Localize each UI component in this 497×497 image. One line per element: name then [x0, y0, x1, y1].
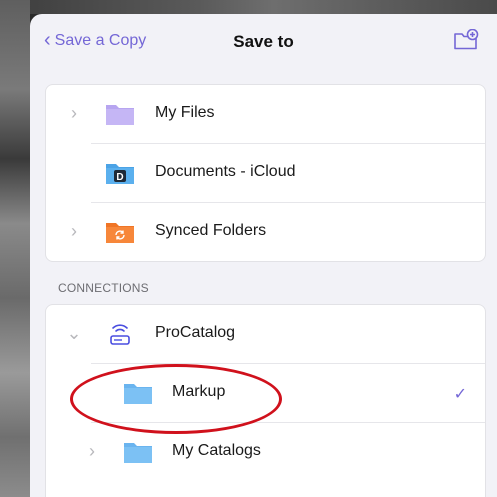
folder-icon: [124, 443, 152, 463]
list-item-my-files[interactable]: › My Files: [46, 85, 485, 144]
list-item-label: Documents - iCloud: [155, 163, 296, 180]
new-folder-button[interactable]: [453, 28, 479, 51]
chevron-right-icon[interactable]: ›: [66, 222, 82, 240]
synced-folder-icon: [106, 223, 134, 243]
chevron-down-icon[interactable]: ⌄: [66, 324, 82, 342]
chevron-right-icon[interactable]: ›: [66, 104, 82, 122]
background-strip-left: [0, 0, 30, 497]
section-header-connections: CONNECTIONS: [58, 281, 149, 295]
locations-list: › My Files D Documents - iCloud › Synced…: [45, 84, 486, 262]
documents-app-icon: D: [106, 164, 134, 184]
folder-icon: [106, 105, 134, 125]
navigation-bar: ‹ Save a Copy Save to: [30, 14, 497, 70]
list-item-label: My Files: [155, 104, 215, 121]
checkmark-icon: ✓: [453, 386, 467, 403]
list-item-label: My Catalogs: [172, 442, 261, 459]
folder-icon: [124, 384, 152, 404]
save-to-sheet: ‹ Save a Copy Save to › My Files D Docum…: [30, 14, 497, 497]
connections-list: ⌄ ProCatalog Markup ✓ › My Catalogs: [45, 304, 486, 497]
chevron-right-icon[interactable]: ›: [84, 442, 100, 460]
list-item-synced-folders[interactable]: › Synced Folders: [46, 203, 485, 262]
list-item-markup[interactable]: Markup ✓: [46, 364, 485, 423]
list-item-label: Synced Folders: [155, 222, 267, 239]
list-item-documents-icloud[interactable]: D Documents - iCloud: [46, 144, 485, 203]
router-icon: [110, 324, 130, 345]
list-item-label: ProCatalog: [155, 324, 236, 341]
background-strip-top: [0, 0, 497, 14]
list-item-procatalog[interactable]: ⌄ ProCatalog: [46, 305, 485, 364]
svg-text:D: D: [116, 172, 123, 183]
folder-plus-icon: [454, 28, 479, 50]
list-item-label: Markup: [172, 383, 226, 400]
list-item-my-catalogs[interactable]: › My Catalogs: [46, 423, 485, 482]
page-title: Save to: [233, 32, 294, 51]
